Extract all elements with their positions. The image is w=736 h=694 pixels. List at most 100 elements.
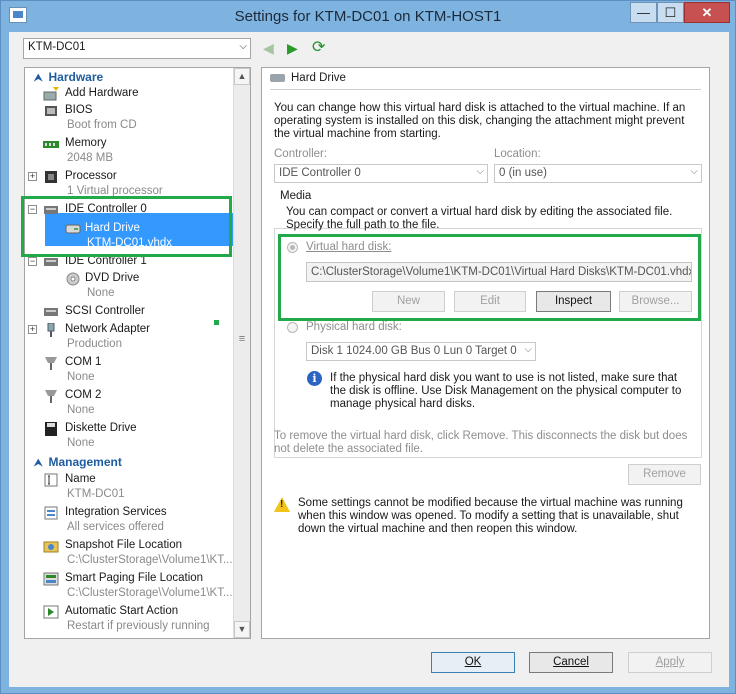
processor-icon (43, 170, 59, 184)
virtual-hard-disk-radio[interactable] (287, 242, 298, 253)
smart-paging-icon (43, 572, 59, 586)
tree-section-management[interactable]: ⮝ Management (29, 455, 122, 471)
tree-item-label: Diskette Drive (65, 422, 137, 434)
new-button[interactable]: New (372, 291, 445, 312)
pane-title: Hard Drive (291, 72, 346, 84)
tree-item-label: Snapshot File Location (65, 539, 182, 551)
cancel-button-label: Cancel (553, 656, 589, 668)
ide-controller-icon (43, 255, 59, 269)
tree-item-label: Smart Paging File Location (65, 572, 204, 584)
tree-item-label: Automatic Start Action (65, 605, 179, 617)
tree-item-subtext: None (67, 371, 95, 383)
tree-item-network-adapter[interactable]: + Network Adapter (25, 322, 235, 339)
tree-item-bios[interactable]: BIOS (25, 104, 235, 120)
tree-item-label: Hard Drive (85, 222, 140, 234)
physical-hard-disk-radio[interactable] (287, 322, 298, 333)
ok-button[interactable]: OK (431, 652, 515, 673)
tree-item-dvd-drive[interactable]: DVD Drive (25, 272, 235, 288)
tree-item-hard-drive[interactable]: Hard Drive (25, 222, 235, 238)
scroll-up-arrow-icon[interactable]: ▲ (234, 68, 250, 85)
tree-item-smart-paging-file-location[interactable]: Smart Paging File Location (25, 572, 235, 588)
tree-item-snapshot-file-location[interactable]: Snapshot File Location (25, 539, 235, 555)
virtual-hard-disk-label-text: Virtual hard disk: (306, 241, 392, 253)
management-header-label: Management (48, 455, 122, 469)
tree-item-memory[interactable]: Memory (25, 137, 235, 153)
tree-item-name[interactable]: Name (25, 473, 235, 489)
scroll-grip-icon[interactable]: ≡ (237, 333, 247, 345)
tree-item-ide-controller-0[interactable]: − IDE Controller 0 (25, 203, 235, 219)
cancel-button[interactable]: Cancel (529, 652, 613, 673)
tree-item-scsi-controller[interactable]: SCSI Controller (25, 305, 235, 321)
minimize-button[interactable]: — (630, 2, 657, 23)
start-action-icon (43, 605, 59, 619)
hard-drive-icon (270, 73, 285, 82)
controller-label: Controller: (274, 148, 328, 160)
vm-selector-value: KTM-DC01 (28, 41, 86, 53)
add-hardware-icon (43, 87, 59, 101)
tree-item-label: Add Hardware (65, 87, 139, 99)
com-port-icon (43, 356, 59, 370)
chevron-down-icon: ⌵ (239, 41, 247, 52)
title-bar: Settings for KTM-DC01 on KTM-HOST1 — ☐ ✕ (1, 1, 735, 33)
snapshot-folder-icon (43, 539, 59, 553)
controller-dropdown[interactable]: IDE Controller 0 ⌵ (274, 164, 488, 183)
tree-item-com-2[interactable]: COM 2 (25, 389, 235, 405)
name-field-icon (43, 473, 59, 487)
physical-hard-disk-label: Physical hard disk: (306, 321, 402, 333)
hard-drive-settings-pane: Hard Drive You can change how this virtu… (261, 67, 710, 639)
physical-disk-dropdown[interactable]: Disk 1 1024.00 GB Bus 0 Lun 0 Target 0 ⌵ (306, 342, 536, 361)
virtual-hard-disk-label: Virtual hard disk: (306, 241, 391, 254)
inspect-button[interactable]: Inspect (536, 291, 611, 312)
tree-item-label: Processor (65, 170, 117, 182)
running-vm-warning: Some settings cannot be modified because… (298, 497, 683, 535)
tree-item-label: Integration Services (65, 506, 167, 518)
warning-icon (274, 497, 290, 512)
tree-item-integration-services[interactable]: Integration Services (25, 506, 235, 522)
tree-section-hardware[interactable]: ⮝ Hardware (29, 70, 103, 86)
dvd-disc-icon (65, 272, 81, 286)
edit-button[interactable]: Edit (454, 291, 526, 312)
maximize-button[interactable]: ☐ (657, 2, 684, 23)
ok-button-label: OK (464, 656, 482, 668)
integration-services-icon (43, 506, 59, 520)
scroll-down-arrow-icon[interactable]: ▼ (234, 621, 250, 638)
tree-item-processor[interactable]: + Processor (25, 170, 235, 186)
browse-button[interactable]: Browse... (619, 291, 692, 312)
physical-disk-value: Disk 1 1024.00 GB Bus 0 Lun 0 Target 0 (311, 345, 517, 357)
collapse-minus-icon[interactable]: − (28, 205, 37, 214)
media-label: Media (280, 190, 312, 202)
back-arrow-icon[interactable]: ◀ (263, 40, 274, 57)
chevron-down-icon: ⌵ (690, 166, 698, 177)
vhd-path-field[interactable]: C:\ClusterStorage\Volume1\KTM-DC01\Virtu… (306, 262, 692, 282)
tree-scrollbar[interactable]: ▲ ≡ ▼ (233, 68, 250, 638)
tree-item-subtext: All services offered (67, 521, 164, 533)
expand-plus-icon[interactable]: + (28, 325, 37, 334)
tree-item-automatic-start-action[interactable]: Automatic Start Action (25, 605, 235, 621)
location-value: 0 (in use) (499, 167, 547, 179)
hard-drive-icon (65, 222, 81, 236)
tree-item-subtext: 2048 MB (67, 152, 114, 164)
com-port-icon (43, 389, 59, 403)
location-dropdown[interactable]: 0 (in use) ⌵ (494, 164, 702, 183)
tree-item-subtext: None (87, 287, 115, 299)
chevron-down-icon: ⌵ (476, 166, 484, 177)
tree-item-label: COM 1 (65, 356, 102, 368)
forward-arrow-icon[interactable]: ▶ (287, 40, 298, 57)
tree-item-ide-controller-1[interactable]: − IDE Controller 1 (25, 255, 235, 271)
close-button[interactable]: ✕ (684, 2, 730, 23)
refresh-icon[interactable]: ⟳ (312, 37, 325, 57)
tree-item-subtext: KTM-DC01 (67, 488, 125, 500)
tree-item-subtext: 1 Virtual processor (67, 185, 163, 197)
tree-item-label: IDE Controller 0 (65, 203, 147, 215)
tree-item-label: SCSI Controller (65, 305, 145, 317)
tree-item-com-1[interactable]: COM 1 (25, 356, 235, 372)
collapse-minus-icon[interactable]: − (28, 257, 37, 266)
vm-selector-dropdown[interactable]: KTM-DC01 ⌵ (23, 38, 251, 59)
apply-button[interactable]: Apply (628, 652, 712, 673)
expand-plus-icon[interactable]: + (28, 172, 37, 181)
tree-item-diskette-drive[interactable]: Diskette Drive (25, 422, 235, 438)
tree-item-label: DVD Drive (85, 272, 140, 284)
ide-controller-icon (43, 203, 59, 217)
remove-button[interactable]: Remove (628, 464, 701, 485)
tree-item-add-hardware[interactable]: Add Hardware (25, 87, 235, 103)
